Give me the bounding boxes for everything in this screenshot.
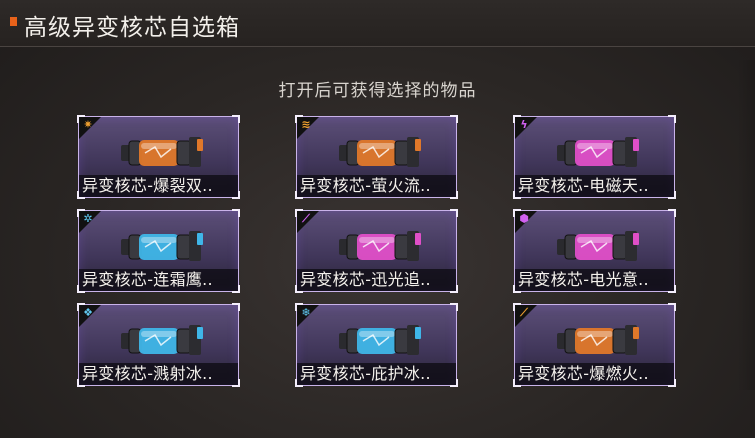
item-card[interactable]: ϟ 异变核芯-电磁天.. xyxy=(513,115,676,199)
item-label: 异变核芯-爆裂双.. xyxy=(79,175,238,197)
core-item-image xyxy=(333,227,429,267)
snowflake-icon: ❄ xyxy=(301,306,311,319)
core-item-image xyxy=(115,133,211,173)
core-item-image xyxy=(115,227,211,267)
item-card[interactable]: ✷ 异变核芯-爆裂双.. xyxy=(77,115,240,199)
item-card[interactable]: ❖ 异变核芯-溅射冰.. xyxy=(77,303,240,387)
item-label: 异变核芯-电磁天.. xyxy=(515,175,674,197)
beam-icon: ⟋ xyxy=(302,212,310,225)
card-corner xyxy=(232,209,240,217)
card-corner xyxy=(450,303,458,311)
core-item-image xyxy=(115,321,211,361)
card-corner xyxy=(668,115,676,123)
item-label: 异变核芯-连霜鹰.. xyxy=(79,269,238,291)
item-card[interactable]: ⟋ 异变核芯-迅光追.. xyxy=(295,209,458,293)
lightning-icon: ϟ xyxy=(520,118,528,131)
card-corner xyxy=(232,115,240,123)
card-corner xyxy=(450,115,458,123)
item-label: 异变核芯-电光意.. xyxy=(515,269,674,291)
card-corner xyxy=(668,303,676,311)
item-card[interactable]: ✲ 异变核芯-连霜鹰.. xyxy=(77,209,240,293)
item-card[interactable]: ⬢ 异变核芯-电光意.. xyxy=(513,209,676,293)
item-label: 异变核芯-迅光追.. xyxy=(297,269,456,291)
item-card[interactable]: ≋ 异变核芯-萤火流.. xyxy=(295,115,458,199)
shield-orb-icon: ⬢ xyxy=(519,212,529,225)
fire-bolt-icon: ⟋ xyxy=(520,306,528,319)
card-corner xyxy=(450,209,458,217)
item-label: 异变核芯-萤火流.. xyxy=(297,175,456,197)
item-label: 异变核芯-爆燃火.. xyxy=(515,363,674,385)
card-corner xyxy=(668,209,676,217)
side-rail xyxy=(737,60,755,390)
core-item-image xyxy=(551,227,647,267)
item-label: 异变核芯-溅射冰.. xyxy=(79,363,238,385)
item-card[interactable]: ⟋ 异变核芯-爆燃火.. xyxy=(513,303,676,387)
burst-icon: ✷ xyxy=(83,118,93,131)
core-item-image xyxy=(333,133,429,173)
item-card[interactable]: ❄ 异变核芯-庇护冰.. xyxy=(295,303,458,387)
card-corner xyxy=(232,303,240,311)
item-label: 异变核芯-庇护冰.. xyxy=(297,363,456,385)
item-grid: ✷ 异变核芯-爆裂双.. ≋ 异变核芯-萤火流.. ϟ 异变核芯-电磁天.. ✲ 异变核… xyxy=(0,0,755,438)
flame-streak-icon: ≋ xyxy=(301,118,311,131)
ice-shard-icon: ❖ xyxy=(83,306,93,319)
frost-icon: ✲ xyxy=(83,212,93,225)
core-item-image xyxy=(551,321,647,361)
core-item-image xyxy=(333,321,429,361)
core-item-image xyxy=(551,133,647,173)
